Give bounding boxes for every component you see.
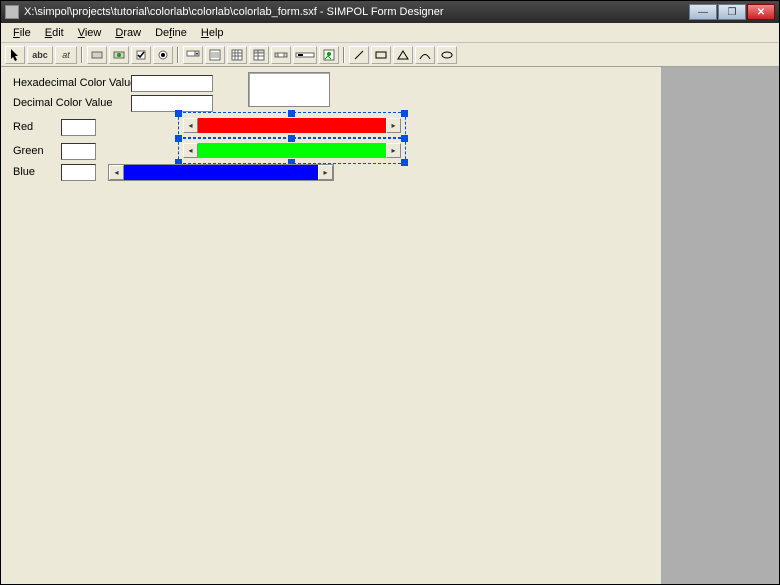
tool-arc[interactable] xyxy=(415,46,435,64)
tool-listbox[interactable] xyxy=(205,46,225,64)
menu-define[interactable]: Define xyxy=(148,25,194,41)
toolbar-separator xyxy=(343,47,345,63)
tool-ellipse[interactable] xyxy=(437,46,457,64)
scroll-left-button[interactable]: ◂ xyxy=(109,165,124,180)
tool-bitmap-button[interactable] xyxy=(109,46,129,64)
scroll-right-button[interactable]: ▸ xyxy=(386,118,401,133)
hex-textbox[interactable] xyxy=(131,75,213,92)
blue-label: Blue xyxy=(13,166,35,178)
resize-handle-se[interactable] xyxy=(401,159,408,166)
tool-text[interactable]: at xyxy=(55,46,77,64)
red-scrollbar-track[interactable] xyxy=(198,118,386,133)
scroll-right-button[interactable]: ▸ xyxy=(318,165,333,180)
tool-label[interactable]: abc xyxy=(27,46,53,64)
resize-handle-w[interactable] xyxy=(175,135,182,142)
form-canvas[interactable]: Hexadecimal Color Value Decimal Color Va… xyxy=(1,67,661,584)
tool-line[interactable] xyxy=(349,46,369,64)
tool-pointer[interactable] xyxy=(5,46,25,64)
tool-image[interactable] xyxy=(319,46,339,64)
maximize-button[interactable]: ❐ xyxy=(718,4,746,20)
work-area: Hexadecimal Color Value Decimal Color Va… xyxy=(1,67,779,584)
red-label: Red xyxy=(13,121,33,133)
resize-handle-ne[interactable] xyxy=(401,110,408,117)
window-buttons: — ❐ ✕ xyxy=(688,4,775,20)
menu-view[interactable]: View xyxy=(71,25,109,41)
green-textbox[interactable] xyxy=(61,143,96,160)
blue-scrollbar-track[interactable] xyxy=(124,165,318,180)
tool-option[interactable] xyxy=(153,46,173,64)
menu-edit[interactable]: Edit xyxy=(38,25,71,41)
scroll-right-button[interactable]: ▸ xyxy=(386,143,401,158)
minimize-button[interactable]: — xyxy=(689,4,717,20)
tool-scrollbar[interactable] xyxy=(271,46,291,64)
toolbar: abc at xyxy=(1,43,779,67)
right-margin xyxy=(661,67,779,584)
resize-handle-nw[interactable] xyxy=(175,110,182,117)
tool-combo[interactable] xyxy=(183,46,203,64)
green-scrollbar[interactable]: ◂ ▸ xyxy=(183,142,401,159)
dec-label: Decimal Color Value xyxy=(13,97,112,109)
menu-help[interactable]: Help xyxy=(194,25,231,41)
blue-scrollbar[interactable]: ◂ ▸ xyxy=(108,164,334,181)
selection-mid-handle[interactable] xyxy=(288,135,295,142)
blue-textbox[interactable] xyxy=(61,164,96,181)
tool-checkbox[interactable] xyxy=(131,46,151,64)
titlebar: X:\simpol\projects\tutorial\colorlab\col… xyxy=(1,1,779,23)
red-textbox[interactable] xyxy=(61,119,96,136)
scroll-left-button[interactable]: ◂ xyxy=(183,118,198,133)
resize-handle-n[interactable] xyxy=(288,110,295,117)
hex-label: Hexadecimal Color Value xyxy=(13,77,136,89)
toolbar-separator xyxy=(81,47,83,63)
tool-button[interactable] xyxy=(87,46,107,64)
scroll-left-button[interactable]: ◂ xyxy=(183,143,198,158)
tool-rectangle[interactable] xyxy=(371,46,391,64)
close-button[interactable]: ✕ xyxy=(747,4,775,20)
app-icon xyxy=(5,5,19,19)
resize-handle-e[interactable] xyxy=(401,135,408,142)
tool-gauge[interactable] xyxy=(293,46,317,64)
green-scrollbar-track[interactable] xyxy=(198,143,386,158)
window-title: X:\simpol\projects\tutorial\colorlab\col… xyxy=(24,6,688,18)
tool-triangle[interactable] xyxy=(393,46,413,64)
tool-grid[interactable] xyxy=(227,46,247,64)
app-window: X:\simpol\projects\tutorial\colorlab\col… xyxy=(0,0,780,585)
menubar: File Edit View Draw Define Help xyxy=(1,23,779,43)
dec-textbox[interactable] xyxy=(131,95,213,112)
green-label: Green xyxy=(13,145,44,157)
menu-file[interactable]: File xyxy=(6,25,38,41)
tool-datagrid[interactable] xyxy=(249,46,269,64)
color-preview xyxy=(248,72,330,107)
menu-draw[interactable]: Draw xyxy=(108,25,148,41)
toolbar-separator xyxy=(177,47,179,63)
red-scrollbar[interactable]: ◂ ▸ xyxy=(183,117,401,134)
